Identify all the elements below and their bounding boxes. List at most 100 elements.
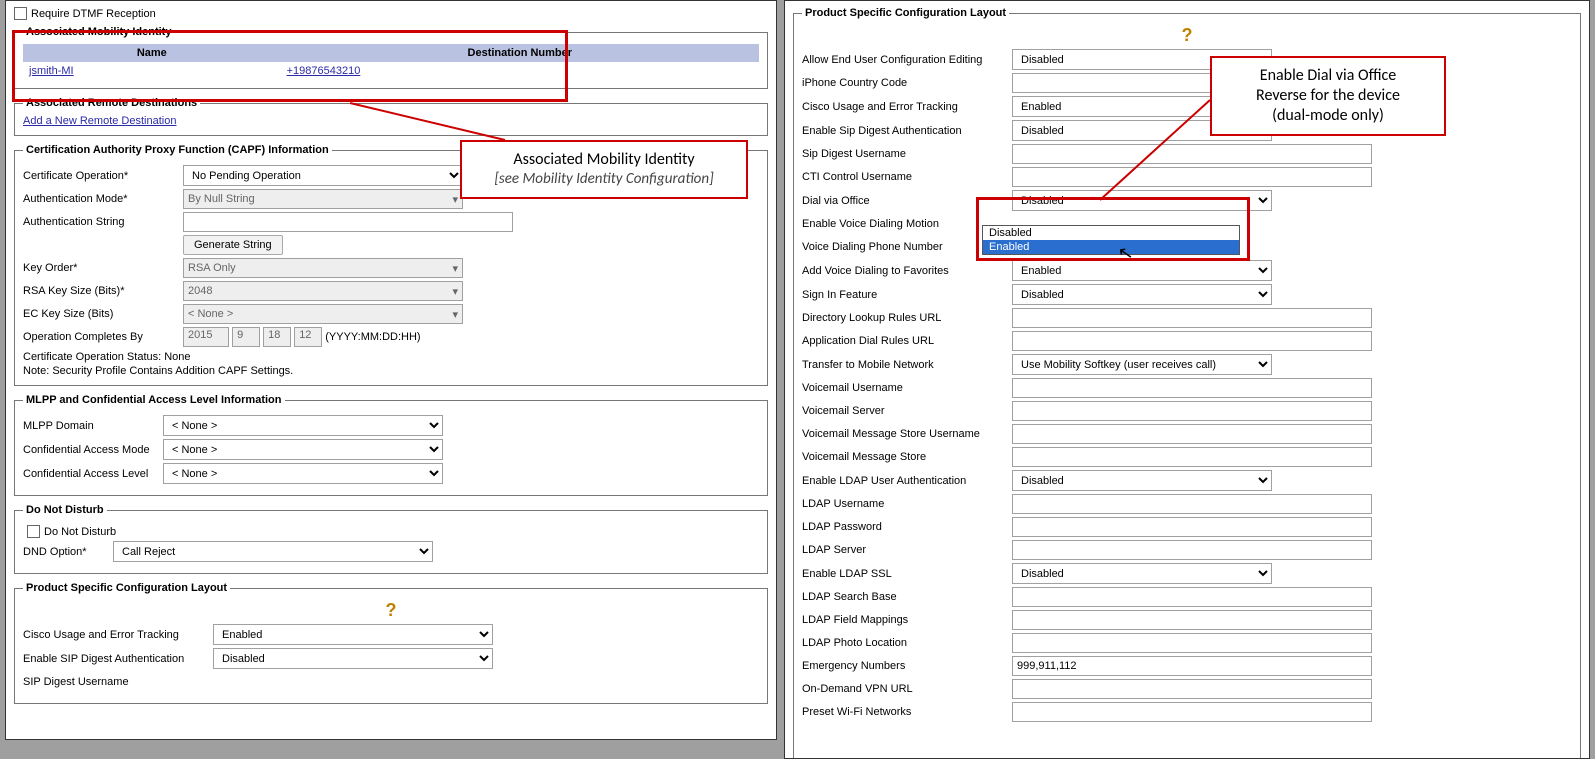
op-day: 18 [263, 327, 291, 347]
cert-op-select[interactable]: No Pending Operation [183, 165, 463, 186]
auth-string-label: Authentication String [23, 216, 183, 228]
emergency-label: Emergency Numbers [802, 660, 1012, 672]
ldap-photo-input[interactable] [1012, 633, 1372, 653]
vm-user-input[interactable] [1012, 378, 1372, 398]
associated-remote-destinations-fieldset: Associated Remote Destinations Add a New… [14, 97, 768, 136]
mobility-table: Name Destination Number jsmith-MI +19876… [23, 44, 759, 80]
mlpp-domain-label: MLPP Domain [23, 420, 163, 432]
ldap-server-input[interactable] [1012, 540, 1372, 560]
wifi-net-input[interactable] [1012, 702, 1372, 722]
ldap-server-label: LDAP Server [802, 544, 1012, 556]
ldap-auth-select[interactable]: Disabled [1012, 470, 1272, 491]
transfer-mob-select[interactable]: Use Mobility Softkey (user receives call… [1012, 354, 1272, 375]
dnd-checkbox[interactable] [27, 525, 40, 538]
vpn-url-input[interactable] [1012, 679, 1372, 699]
ldap-pass-input[interactable] [1012, 517, 1372, 537]
pscl-left-legend: Product Specific Configuration Layout [23, 582, 230, 594]
usage-select[interactable]: Enabled [213, 624, 493, 645]
signin-select[interactable]: Disabled [1012, 284, 1272, 305]
cti-user-input[interactable] [1012, 167, 1372, 187]
add-remote-destination-link[interactable]: Add a New Remote Destination [23, 115, 176, 127]
conf-mode-select[interactable]: < None > [163, 439, 443, 460]
config-row-transfer-mob: Transfer to Mobile NetworkUse Mobility S… [802, 354, 1572, 375]
callout-dvo: Enable Dial via Office Reverse for the d… [1210, 56, 1446, 136]
mobility-legend: Associated Mobility Identity [23, 26, 174, 38]
mobility-dest-link[interactable]: +19876543210 [287, 65, 361, 77]
dvo-option-enabled[interactable]: Enabled [983, 240, 1239, 254]
ldap-search-input[interactable] [1012, 587, 1372, 607]
config-row-ldap-server: LDAP Server [802, 540, 1572, 560]
mobility-col-dest: Destination Number [281, 44, 759, 62]
vm-msgstore-u-input[interactable] [1012, 424, 1372, 444]
sipauth-select[interactable]: Disabled [213, 648, 493, 669]
config-row-signin: Sign In FeatureDisabled [802, 284, 1572, 305]
auth-string-input[interactable] [183, 212, 513, 232]
emergency-input[interactable] [1012, 656, 1372, 676]
config-row-cisco-usage: Cisco Usage and Error TrackingEnabled [802, 96, 1572, 117]
callout-mobility-sub: [see Mobility Identity Configuration] [476, 170, 732, 189]
dir-lookup-input[interactable] [1012, 308, 1372, 328]
vm-server-input[interactable] [1012, 401, 1372, 421]
ldap-photo-label: LDAP Photo Location [802, 637, 1012, 649]
ldap-search-label: LDAP Search Base [802, 591, 1012, 603]
config-row-ldap-photo: LDAP Photo Location [802, 633, 1572, 653]
chevron-down-icon: ▾ [452, 308, 458, 321]
config-row-vm-msgstore: Voicemail Message Store [802, 447, 1572, 467]
help-icon[interactable]: ? [1182, 25, 1193, 46]
voice-fav-label: Add Voice Dialing to Favorites [802, 265, 1012, 277]
vm-server-label: Voicemail Server [802, 405, 1012, 417]
vm-msgstore-label: Voicemail Message Store [802, 451, 1012, 463]
vm-msgstore-input[interactable] [1012, 447, 1372, 467]
ldap-field-input[interactable] [1012, 610, 1372, 630]
config-row-sip-user: Sip Digest Username [802, 144, 1572, 164]
ldap-ssl-select[interactable]: Disabled [1012, 563, 1272, 584]
ldap-auth-label: Enable LDAP User Authentication [802, 475, 1012, 487]
config-row-vm-user: Voicemail Username [802, 378, 1572, 398]
voice-fav-select[interactable]: Enabled [1012, 260, 1272, 281]
op-year: 2015 [183, 327, 229, 347]
help-icon[interactable]: ? [386, 600, 397, 621]
voice-motion-label: Enable Voice Dialing Motion [802, 218, 1012, 230]
config-row-vm-server: Voicemail Server [802, 401, 1572, 421]
ldap-field-label: LDAP Field Mappings [802, 614, 1012, 626]
vm-msgstore-u-label: Voicemail Message Store Username [802, 428, 1012, 440]
require-dtmf-checkbox[interactable] [14, 7, 27, 20]
remote-legend: Associated Remote Destinations [23, 97, 200, 109]
wifi-net-label: Preset Wi-Fi Networks [802, 706, 1012, 718]
mlpp-domain-select[interactable]: < None > [163, 415, 443, 436]
cert-op-label: Certificate Operation [23, 170, 183, 182]
associated-mobility-identity-fieldset: Associated Mobility Identity Name Destin… [14, 26, 768, 89]
auth-mode-value: By Null String [188, 193, 255, 205]
dial-via-office-dropdown-list[interactable]: Disabled Enabled [982, 225, 1240, 255]
mobility-name-link[interactable]: jsmith-MI [29, 65, 74, 77]
ldap-user-input[interactable] [1012, 494, 1372, 514]
config-row-ldap-pass: LDAP Password [802, 517, 1572, 537]
op-hour: 12 [294, 327, 322, 347]
rsa-key-value: 2048 [188, 285, 212, 297]
dnd-option-select[interactable]: Call Reject [113, 541, 433, 562]
dnd-chk-label: Do Not Disturb [44, 526, 116, 538]
chevron-down-icon: ▾ [452, 262, 458, 275]
require-dtmf-label: Require DTMF Reception [31, 8, 156, 20]
config-row-dial-office: Dial via OfficeDisabled [802, 190, 1572, 211]
mlpp-legend: MLPP and Confidential Access Level Infor… [23, 394, 285, 406]
key-order-label: Key Order [23, 262, 183, 274]
ec-key-label: EC Key Size (Bits) [23, 308, 183, 320]
sip-user-label: Sip Digest Username [802, 148, 1012, 160]
conf-level-select[interactable]: < None > [163, 463, 443, 484]
ec-key-value: < None > [188, 308, 233, 320]
conf-level-label: Confidential Access Level [23, 468, 163, 480]
config-row-iphone-cc: iPhone Country Code [802, 73, 1572, 93]
sip-user-input[interactable] [1012, 144, 1372, 164]
key-order-value: RSA Only [188, 262, 236, 274]
ldap-user-label: LDAP Username [802, 498, 1012, 510]
ldap-pass-label: LDAP Password [802, 521, 1012, 533]
dial-office-select[interactable]: Disabled [1012, 190, 1272, 211]
vpn-url-label: On-Demand VPN URL [802, 683, 1012, 695]
generate-string-button[interactable]: Generate String [183, 235, 283, 255]
callout-mobility: Associated Mobility Identity [see Mobili… [460, 140, 748, 199]
config-row-ldap-auth: Enable LDAP User AuthenticationDisabled [802, 470, 1572, 491]
dvo-option-disabled[interactable]: Disabled [983, 226, 1239, 240]
conf-mode-label: Confidential Access Mode [23, 444, 163, 456]
app-dial-input[interactable] [1012, 331, 1372, 351]
